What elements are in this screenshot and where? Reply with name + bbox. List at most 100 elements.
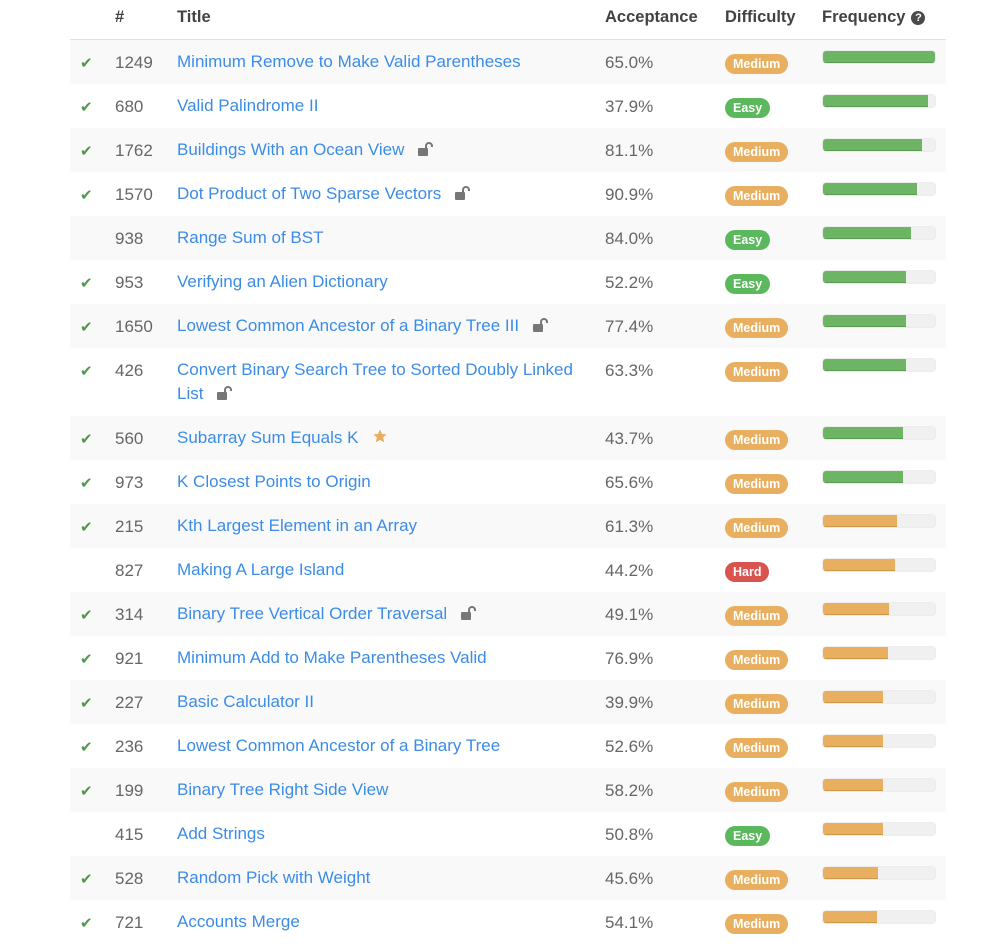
solved-check-icon: ✔ [80, 275, 93, 292]
acceptance-rate: 44.2% [605, 561, 654, 580]
solved-check-icon: ✔ [80, 783, 93, 800]
solved-check-icon: ✔ [80, 607, 93, 624]
column-header-title[interactable]: Title [177, 8, 211, 27]
solved-check-icon: ✔ [80, 915, 93, 932]
frequency-bar [822, 470, 936, 484]
problem-title-link[interactable]: Accounts Merge [177, 912, 300, 931]
acceptance-rate: 76.9% [605, 649, 654, 668]
table-row: ✔ 921 Minimum Add to Make Parentheses Vali… [70, 636, 946, 680]
column-header-number[interactable]: # [115, 8, 124, 27]
table-row: 415 Add Strings 50.8% Easy [70, 812, 946, 856]
problem-title-link[interactable]: Kth Largest Element in an Array [177, 516, 417, 535]
column-header-difficulty[interactable]: Difficulty [725, 8, 796, 27]
acceptance-rate: 52.2% [605, 273, 654, 292]
problem-title-link[interactable]: Making A Large Island [177, 560, 344, 579]
problem-title-link[interactable]: Dot Product of Two Sparse Vectors [177, 184, 441, 203]
problem-title-cell: Minimum Remove to Make Valid Parentheses [177, 50, 577, 74]
table-row: ✔ 1762 Buildings With an Ocean View 81.1% Me… [70, 128, 946, 172]
problem-title-cell: Basic Calculator II [177, 690, 577, 714]
acceptance-rate: 52.6% [605, 737, 654, 756]
problem-number: 721 [115, 913, 144, 932]
frequency-bar-fill [823, 271, 906, 283]
problem-title-link[interactable]: Basic Calculator II [177, 692, 314, 711]
frequency-bar-fill [823, 559, 895, 571]
table-row: ✔ 1249 Minimum Remove to Make Valid Parent… [70, 40, 946, 84]
frequency-bar [822, 314, 936, 328]
problem-title-link[interactable]: Minimum Remove to Make Valid Parentheses [177, 52, 521, 71]
problem-number: 1650 [115, 317, 153, 336]
problem-title-cell: Random Pick with Weight [177, 866, 577, 890]
problem-title-link[interactable]: Random Pick with Weight [177, 868, 370, 887]
difficulty-badge: Medium [725, 474, 789, 494]
problem-title-cell: Subarray Sum Equals K [177, 426, 577, 451]
frequency-bar [822, 94, 936, 108]
unlock-icon [455, 183, 471, 207]
table-row: ✔ 560 Subarray Sum Equals K 43.7% Medium [70, 416, 946, 460]
difficulty-badge: Medium [725, 606, 789, 626]
problem-title-cell: Buildings With an Ocean View [177, 138, 577, 163]
problem-title-link[interactable]: Range Sum of BST [177, 228, 323, 247]
frequency-bar-fill [823, 227, 912, 239]
problem-title-link[interactable]: Add Strings [177, 824, 265, 843]
difficulty-badge: Medium [725, 142, 789, 162]
difficulty-badge: Medium [725, 782, 789, 802]
problem-title-link[interactable]: Subarray Sum Equals K [177, 428, 358, 447]
problem-title-link[interactable]: Verifying an Alien Dictionary [177, 272, 388, 291]
question-circle-icon[interactable]: ? [911, 10, 926, 25]
problem-title-link[interactable]: Lowest Common Ancestor of a Binary Tree [177, 736, 500, 755]
frequency-bar [822, 514, 936, 528]
frequency-bar-fill [823, 779, 884, 791]
difficulty-badge: Medium [725, 186, 789, 206]
problem-title-link[interactable]: Binary Tree Right Side View [177, 780, 388, 799]
problem-title-cell: Lowest Common Ancestor of a Binary Tree … [177, 314, 577, 339]
difficulty-badge: Medium [725, 54, 789, 74]
difficulty-badge: Easy [725, 230, 771, 250]
problem-title-cell: Making A Large Island [177, 558, 577, 582]
unlock-icon [418, 139, 434, 163]
problem-title-link[interactable]: Binary Tree Vertical Order Traversal [177, 604, 447, 623]
column-header-frequency[interactable]: Frequency ? [822, 8, 926, 27]
column-header-acceptance[interactable]: Acceptance [605, 8, 698, 27]
table-row: 827 Making A Large Island 44.2% Hard [70, 548, 946, 592]
frequency-bar-fill [823, 735, 884, 747]
frequency-bar [822, 182, 936, 196]
frequency-bar-fill [823, 867, 878, 879]
table-row: ✔ 314 Binary Tree Vertical Order Traversal… [70, 592, 946, 636]
frequency-bar-fill [823, 51, 935, 63]
problem-title-cell: K Closest Points to Origin [177, 470, 577, 494]
problem-title-link[interactable]: K Closest Points to Origin [177, 472, 371, 491]
table-row: ✔ 227 Basic Calculator II 39.9% Medium [70, 680, 946, 724]
acceptance-rate: 65.6% [605, 473, 654, 492]
acceptance-rate: 54.1% [605, 913, 654, 932]
frequency-bar [822, 734, 936, 748]
solved-check-icon: ✔ [80, 319, 93, 336]
difficulty-badge: Medium [725, 318, 789, 338]
problem-number: 680 [115, 97, 144, 116]
frequency-bar-fill [823, 427, 903, 439]
unlock-icon [217, 383, 233, 407]
problem-title-cell: Add Strings [177, 822, 577, 846]
problem-number: 426 [115, 361, 144, 380]
problem-title-link[interactable]: Lowest Common Ancestor of a Binary Tree … [177, 316, 519, 335]
problem-title-link[interactable]: Minimum Add to Make Parentheses Valid [177, 648, 487, 667]
difficulty-badge: Medium [725, 430, 789, 450]
problem-table: # Title Acceptance Difficulty Frequency … [70, 0, 946, 944]
solved-check-icon: ✔ [80, 695, 93, 712]
problem-number: 973 [115, 473, 144, 492]
acceptance-rate: 63.3% [605, 361, 654, 380]
problem-title-link[interactable]: Convert Binary Search Tree to Sorted Dou… [177, 360, 573, 403]
problem-title-link[interactable]: Valid Palindrome II [177, 96, 318, 115]
problem-title-cell: Kth Largest Element in an Array [177, 514, 577, 538]
unlock-icon [533, 315, 549, 339]
solved-check-icon: ✔ [80, 431, 93, 448]
table-row: ✔ 236 Lowest Common Ancestor of a Binary T… [70, 724, 946, 768]
problem-title-link[interactable]: Buildings With an Ocean View [177, 140, 404, 159]
frequency-bar-fill [823, 911, 877, 923]
difficulty-badge: Medium [725, 362, 789, 382]
solved-check-icon: ✔ [80, 651, 93, 668]
table-row: 938 Range Sum of BST 84.0% Easy [70, 216, 946, 260]
problem-number: 953 [115, 273, 144, 292]
table-header: # Title Acceptance Difficulty Frequency … [70, 0, 946, 40]
solved-check-icon: ✔ [80, 363, 93, 380]
problem-number: 236 [115, 737, 144, 756]
